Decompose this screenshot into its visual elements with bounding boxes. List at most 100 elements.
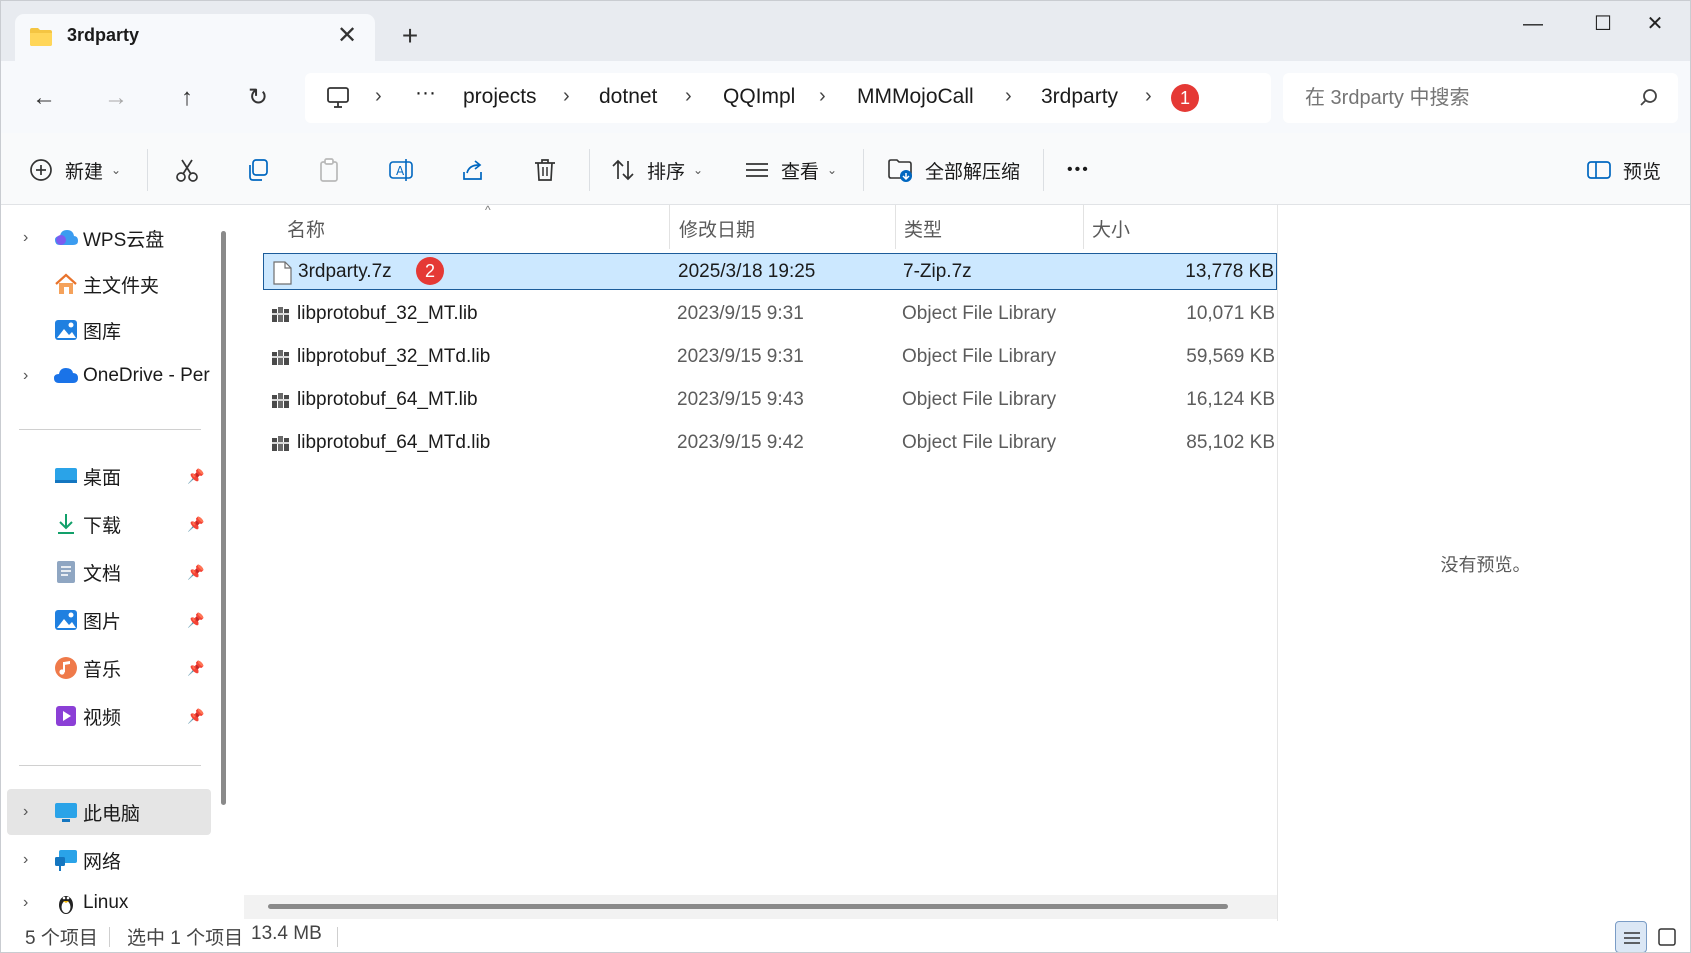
- crumb-dotnet[interactable]: dotnet: [599, 85, 657, 109]
- music-icon: [55, 657, 77, 679]
- pin-icon[interactable]: 📌: [187, 564, 204, 581]
- table-row[interactable]: libprotobuf_64_MTd.lib 2023/9/15 9:42 Ob…: [263, 425, 1277, 462]
- sidebar-item-onedrive[interactable]: › OneDrive - Per: [7, 353, 211, 399]
- chevron-right-icon[interactable]: ›: [23, 851, 28, 869]
- sidebar-item-desktop[interactable]: 桌面 📌: [7, 453, 211, 499]
- up-button[interactable]: ↑: [170, 81, 204, 115]
- tab-3rdparty[interactable]: 3rdparty ✕: [15, 14, 375, 62]
- chevron-right-icon[interactable]: ›: [23, 803, 28, 821]
- file-type: Object File Library: [902, 303, 1057, 324]
- file-size: 13,778 KB: [1185, 261, 1274, 282]
- column-header-type[interactable]: 类型: [904, 215, 942, 242]
- column-divider[interactable]: [895, 205, 896, 249]
- chevron-right-icon[interactable]: ›: [23, 894, 28, 912]
- clipboard-icon: [320, 158, 338, 182]
- details-view-button[interactable]: [1615, 921, 1647, 952]
- sidebar-item-gallery[interactable]: 图库: [7, 307, 211, 353]
- view-label: 查看: [781, 161, 820, 183]
- delete-button[interactable]: [531, 153, 559, 187]
- sort-button[interactable]: 排序 ⌄: [609, 153, 703, 187]
- table-row[interactable]: libprotobuf_64_MT.lib 2023/9/15 9:43 Obj…: [263, 382, 1277, 419]
- crumb-3rdparty[interactable]: 3rdparty: [1041, 85, 1118, 109]
- search-box[interactable]: [1283, 73, 1678, 123]
- crumb-separator[interactable]: ›: [1005, 85, 1012, 108]
- preview-pane-icon: [1587, 161, 1611, 179]
- search-icon[interactable]: [1638, 87, 1660, 109]
- table-row[interactable]: 3rdparty.7z 2 2025/3/18 19:25 7-Zip.7z 1…: [263, 253, 1277, 290]
- sort-label: 排序: [647, 161, 686, 183]
- sidebar-item-wps-cloud[interactable]: › WPS云盘: [7, 215, 211, 261]
- sidebar-item-this-pc[interactable]: › 此电脑: [7, 789, 211, 835]
- sidebar-item-documents[interactable]: 文档 📌: [7, 549, 211, 595]
- paste-button[interactable]: [315, 153, 343, 187]
- sidebar-item-network[interactable]: › 网络: [7, 837, 211, 883]
- crumb-separator[interactable]: ›: [1145, 85, 1152, 108]
- chevron-right-icon[interactable]: ›: [23, 229, 28, 247]
- rename-button[interactable]: A: [387, 153, 415, 187]
- no-preview-text: 没有预览。: [1440, 555, 1531, 575]
- sidebar-scrollbar[interactable]: [221, 231, 226, 805]
- new-tab-button[interactable]: +: [394, 21, 426, 53]
- column-header-size[interactable]: 大小: [1092, 215, 1130, 242]
- file-date: 2023/9/15 9:31: [677, 346, 804, 367]
- pin-icon[interactable]: 📌: [187, 660, 204, 677]
- minimize-button[interactable]: —: [1510, 9, 1556, 39]
- table-row[interactable]: libprotobuf_32_MTd.lib 2023/9/15 9:31 Ob…: [263, 339, 1277, 376]
- computer-icon[interactable]: [325, 85, 351, 111]
- maximize-button[interactable]: ☐: [1580, 9, 1626, 39]
- crumb-projects[interactable]: projects: [463, 85, 537, 109]
- crumb-separator[interactable]: ›: [819, 85, 826, 108]
- horizontal-scrollbar[interactable]: [244, 895, 1277, 919]
- chevron-right-icon[interactable]: ›: [23, 367, 28, 385]
- column-header-name[interactable]: 名称: [287, 215, 325, 242]
- tiles-view-icon: [1658, 928, 1676, 946]
- sidebar-label: WPS云盘: [83, 229, 165, 251]
- close-window-button[interactable]: ✕: [1632, 9, 1678, 39]
- refresh-button[interactable]: ↻: [241, 81, 275, 115]
- address-bar[interactable]: › ··· projects › dotnet › QQImpl › MMMoj…: [305, 73, 1271, 123]
- new-button[interactable]: 新建 ⌄: [27, 153, 121, 187]
- pin-icon[interactable]: 📌: [187, 708, 204, 725]
- item-count: 5 个项目: [25, 928, 98, 949]
- search-input[interactable]: [1305, 83, 1625, 113]
- sidebar-item-home[interactable]: 主文件夹: [7, 261, 211, 307]
- sidebar-item-linux[interactable]: › Linux: [7, 885, 211, 921]
- file-name: libprotobuf_64_MT.lib: [297, 389, 478, 410]
- extract-all-button[interactable]: 全部解压缩: [887, 153, 1020, 187]
- view-button[interactable]: 查看 ⌄: [743, 153, 837, 187]
- forward-button[interactable]: →: [99, 81, 133, 115]
- chevron-down-icon: ⌄: [111, 163, 122, 177]
- sidebar-item-downloads[interactable]: 下载 📌: [7, 501, 211, 547]
- column-divider[interactable]: [669, 205, 670, 249]
- pin-icon[interactable]: 📌: [187, 612, 204, 629]
- tab-close-icon[interactable]: ✕: [333, 22, 361, 50]
- annotation-badge-2: 2: [416, 257, 444, 285]
- crumb-overflow[interactable]: ···: [415, 81, 436, 105]
- pin-icon[interactable]: 📌: [187, 468, 204, 485]
- sidebar-item-pictures[interactable]: 图片 📌: [7, 597, 211, 643]
- preview-pane-button[interactable]: 预览: [1585, 153, 1661, 187]
- crumb-separator[interactable]: ›: [375, 85, 382, 108]
- crumb-qqimpl[interactable]: QQImpl: [723, 85, 795, 109]
- cut-button[interactable]: [173, 153, 201, 187]
- network-icon: [55, 850, 77, 871]
- column-divider[interactable]: [1083, 205, 1084, 249]
- file-date: 2023/9/15 9:43: [677, 389, 804, 410]
- crumb-mmmojocall[interactable]: MMMojoCall: [857, 85, 974, 109]
- column-header-date[interactable]: 修改日期: [679, 215, 755, 242]
- cloud-icon: [55, 230, 78, 245]
- crumb-separator[interactable]: ›: [563, 85, 570, 108]
- rename-icon: A: [389, 159, 413, 181]
- copy-button[interactable]: [244, 153, 272, 187]
- share-button[interactable]: [459, 153, 487, 187]
- table-row[interactable]: libprotobuf_32_MT.lib 2023/9/15 9:31 Obj…: [263, 296, 1277, 333]
- crumb-separator[interactable]: ›: [685, 85, 692, 108]
- scrollbar-thumb[interactable]: [268, 904, 1228, 909]
- pin-icon[interactable]: 📌: [187, 516, 204, 533]
- tiles-view-button[interactable]: [1651, 921, 1683, 952]
- sidebar-item-music[interactable]: 音乐 📌: [7, 645, 211, 691]
- sidebar-item-videos[interactable]: 视频 📌: [7, 693, 211, 739]
- back-button[interactable]: ←: [27, 81, 61, 115]
- more-options-button[interactable]: •••: [1067, 153, 1090, 187]
- file-type: 7-Zip.7z: [903, 261, 972, 282]
